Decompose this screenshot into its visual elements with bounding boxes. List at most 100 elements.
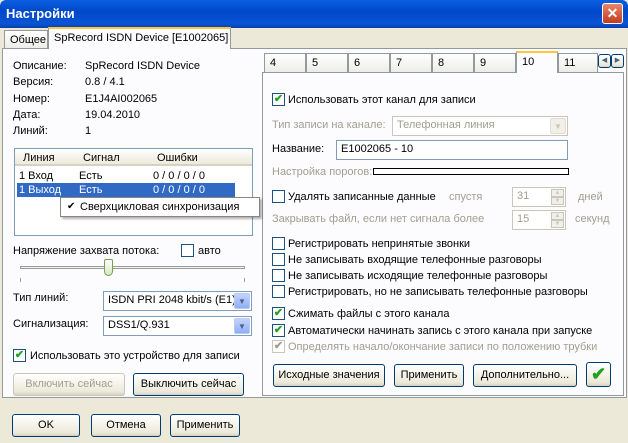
row-signal: Есть bbox=[79, 184, 103, 196]
auto-label: авто bbox=[198, 245, 221, 257]
tab-device[interactable]: SpRecord ISDN Device [E1002065] bbox=[48, 27, 231, 49]
close-button[interactable]: ✕ bbox=[602, 3, 623, 24]
close-file-label: Закрывать файл, если нет сигнала более bbox=[272, 213, 485, 225]
header-errors[interactable]: Ошибки bbox=[157, 152, 198, 164]
apply-button[interactable]: Применить bbox=[170, 414, 240, 437]
detect-checkbox[interactable]: ✔ bbox=[272, 340, 285, 353]
chevron-down-icon[interactable]: ▼ bbox=[234, 293, 250, 309]
confirm-check-icon[interactable]: ✔ bbox=[586, 362, 611, 387]
line-type-select[interactable]: ISDN PRI 2048 kbit/s (E1) ▼ bbox=[103, 291, 252, 311]
signaling-label: Сигнализация: bbox=[13, 318, 89, 330]
version-value: 0.8 / 4.1 bbox=[85, 76, 125, 88]
row-signal: Есть bbox=[79, 170, 103, 182]
lines-value: 1 bbox=[85, 125, 92, 137]
auto-checkbox[interactable] bbox=[181, 244, 194, 257]
name-label: Название: bbox=[272, 143, 325, 155]
description-label: Описание: bbox=[13, 60, 67, 72]
channel-tab-9[interactable]: 9 bbox=[474, 53, 516, 73]
days-value: 31 bbox=[517, 190, 530, 202]
cancel-button[interactable]: Отмена bbox=[91, 414, 161, 437]
seconds-value: 15 bbox=[517, 213, 530, 225]
chevron-down-icon[interactable]: ▼ bbox=[550, 118, 566, 134]
slider-ticks bbox=[20, 278, 245, 282]
autostart-checkbox[interactable]: ✔ bbox=[272, 324, 285, 337]
name-field[interactable]: E1002065 - 10 bbox=[336, 140, 568, 160]
table-row-selected[interactable]: 1 Выход Есть 0 / 0 / 0 / 0 bbox=[17, 183, 235, 197]
version-label: Версия: bbox=[13, 76, 54, 88]
thresholds-bar[interactable] bbox=[373, 168, 569, 175]
date-value: 19.04.2010 bbox=[85, 109, 141, 121]
delete-data-label: Удалять записанные данные bbox=[288, 191, 436, 203]
row-errors: 0 / 0 / 0 / 0 bbox=[153, 184, 205, 196]
chevron-down-icon[interactable]: ▼ bbox=[234, 318, 250, 334]
use-channel-label: Использовать этот канал для записи bbox=[288, 94, 476, 106]
lines-label: Линий: bbox=[13, 125, 48, 137]
context-menu: ✔ Сверхцикловая синхронизация bbox=[60, 197, 260, 217]
use-device-checkbox[interactable]: ✔ bbox=[13, 349, 26, 362]
channel-tab-6[interactable]: 6 bbox=[348, 53, 390, 73]
channel-apply-button[interactable]: Применить bbox=[394, 364, 464, 387]
capture-slider-track[interactable] bbox=[20, 266, 245, 269]
channel-tab-7[interactable]: 7 bbox=[390, 53, 432, 73]
delete-data-checkbox[interactable] bbox=[272, 190, 285, 203]
seconds-field[interactable]: 15 ▲ ▼ bbox=[512, 210, 566, 230]
line-type-value: ISDN PRI 2048 kbit/s (E1) bbox=[108, 294, 236, 306]
line-type-label: Тип линий: bbox=[13, 292, 69, 304]
row-line: 1 Выход bbox=[19, 184, 62, 196]
record-type-label: Тип записи на канале: bbox=[272, 119, 386, 131]
capture-slider-thumb[interactable] bbox=[104, 259, 113, 276]
table-header: Линия Сигнал Ошибки bbox=[15, 149, 252, 166]
register-no-record-checkbox[interactable] bbox=[272, 285, 285, 298]
row-errors: 0 / 0 / 0 / 0 bbox=[153, 170, 205, 182]
channel-tab-10[interactable]: 10 bbox=[516, 51, 558, 73]
thresholds-label: Настройка порогов: bbox=[272, 166, 373, 178]
enable-now-button[interactable]: Включить сейчас bbox=[13, 373, 125, 396]
no-incoming-checkbox[interactable] bbox=[272, 253, 285, 266]
register-missed-label: Регистрировать непринятые звонки bbox=[288, 238, 471, 250]
spin-down-icon[interactable]: ▼ bbox=[551, 197, 564, 205]
register-no-record-label: Регистрировать, но не записывать телефон… bbox=[288, 286, 588, 298]
ok-button[interactable]: OK bbox=[12, 414, 80, 437]
detect-label: Определять начало/окончание записи по по… bbox=[288, 341, 598, 353]
after-label: спустя bbox=[449, 191, 483, 203]
register-missed-checkbox[interactable] bbox=[272, 237, 285, 250]
title-bar: Настройки ✕ bbox=[0, 0, 628, 28]
record-type-value: Телефонная линия bbox=[397, 119, 495, 131]
channel-tab-11[interactable]: 11 bbox=[558, 53, 598, 73]
tab-general[interactable]: Общее bbox=[4, 30, 48, 50]
no-outgoing-checkbox[interactable] bbox=[272, 269, 285, 282]
days-label: дней bbox=[578, 191, 603, 203]
number-label: Номер: bbox=[13, 93, 50, 105]
spin-up-icon[interactable]: ▲ bbox=[551, 189, 564, 197]
header-signal[interactable]: Сигнал bbox=[83, 152, 120, 164]
menu-item-superframe-sync[interactable]: Сверхцикловая синхронизация bbox=[80, 201, 239, 213]
channel-tab-4[interactable]: 4 bbox=[264, 53, 306, 73]
tab-scroll-right-icon[interactable]: ▶ bbox=[611, 54, 624, 68]
disable-now-button[interactable]: Выключить сейчас bbox=[133, 373, 244, 396]
table-row[interactable]: 1 Вход Есть 0 / 0 / 0 / 0 bbox=[15, 169, 252, 183]
signaling-select[interactable]: DSS1/Q.931 ▼ bbox=[103, 316, 252, 336]
header-line[interactable]: Линия bbox=[23, 152, 55, 164]
signaling-value: DSS1/Q.931 bbox=[108, 319, 170, 331]
defaults-button[interactable]: Исходные значения bbox=[273, 364, 385, 387]
more-button[interactable]: Дополнительно... bbox=[473, 364, 577, 387]
compress-label: Сжимать файлы с этого канала bbox=[288, 308, 450, 320]
channel-tab-5[interactable]: 5 bbox=[306, 53, 348, 73]
no-incoming-label: Не записывать входящие телефонные разгов… bbox=[288, 254, 542, 266]
compress-checkbox[interactable]: ✔ bbox=[272, 307, 285, 320]
days-field[interactable]: 31 ▲ ▼ bbox=[512, 187, 566, 207]
checkmark-icon: ✔ bbox=[67, 201, 76, 212]
no-outgoing-label: Не записывать исходящие телефонные разго… bbox=[288, 270, 548, 282]
spin-down-icon[interactable]: ▼ bbox=[551, 220, 564, 228]
number-value: E1J4AI002065 bbox=[85, 93, 158, 105]
channel-tab-8[interactable]: 8 bbox=[432, 53, 474, 73]
date-label: Дата: bbox=[13, 109, 41, 121]
tab-scroll-left-icon[interactable]: ◀ bbox=[598, 54, 611, 68]
row-line: 1 Вход bbox=[19, 170, 54, 182]
record-type-select[interactable]: Телефонная линия ▼ bbox=[392, 116, 568, 136]
window-title: Настройки bbox=[6, 6, 75, 21]
use-device-label: Использовать это устройство для записи bbox=[30, 350, 240, 362]
lines-table[interactable]: Линия Сигнал Ошибки 1 Вход Есть 0 / 0 / … bbox=[14, 148, 253, 236]
use-channel-checkbox[interactable]: ✔ bbox=[272, 93, 285, 106]
spin-up-icon[interactable]: ▲ bbox=[551, 212, 564, 220]
